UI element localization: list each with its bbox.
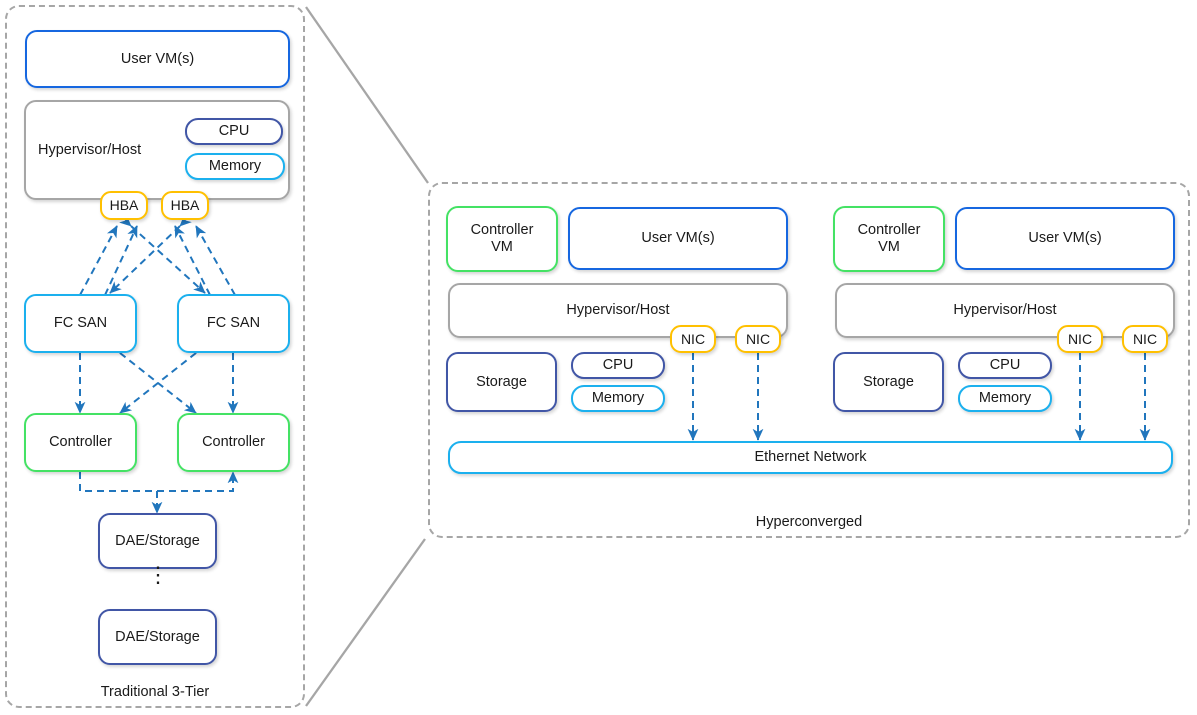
host2-cpu-label: CPU [989,357,1021,374]
host1-memory-label: Memory [591,390,645,407]
left-dae-ellipsis: ⋮ [138,564,178,586]
host1-cpu-label: CPU [602,357,634,374]
host2-memory-label: Memory [978,390,1032,407]
left-cpu-box[interactable]: CPU [185,118,283,145]
host1-cpu-box[interactable]: CPU [571,352,665,379]
left-cpu-label: CPU [218,123,250,140]
host2-memory-box[interactable]: Memory [958,385,1052,412]
left-controller-label-1: Controller [49,434,112,451]
host1-controller-vm-label-line1: Controller [470,222,534,239]
host2-storage-label: Storage [863,373,914,390]
left-user-vm-box[interactable]: User VM(s) [25,30,290,88]
left-hypervisor-label: Hypervisor/Host [38,141,142,158]
diagram-canvas: User VM(s) Hypervisor/Host CPU Memory HB… [0,0,1197,715]
host1-nic-label-2: NIC [745,330,771,347]
left-controller-label-2: Controller [202,434,265,451]
left-dae-ellipsis-glyph: ⋮ [147,562,169,587]
left-controller-box-2[interactable]: Controller [177,413,290,472]
left-memory-label: Memory [208,158,262,175]
hyperconverged-title-text: Hyperconverged [755,514,863,530]
host2-nic-label-1: NIC [1067,330,1093,347]
host1-controller-vm-box[interactable]: Controller VM [446,206,558,272]
host2-hypervisor-label: Hypervisor/Host [953,302,1057,319]
left-fc-san-box-2[interactable]: FC SAN [177,294,290,353]
host1-controller-vm-label-line2: VM [491,239,513,255]
left-user-vm-label: User VM(s) [120,50,195,67]
left-dae-storage-label-2: DAE/Storage [115,628,200,645]
zoom-connector-lines [305,6,429,707]
left-dae-storage-box-1[interactable]: DAE/Storage [98,513,217,569]
left-fc-san-label-2: FC SAN [206,315,261,332]
left-dae-storage-label-1: DAE/Storage [115,532,200,549]
host2-cpu-box[interactable]: CPU [958,352,1052,379]
host1-hypervisor-label: Hypervisor/Host [566,302,670,319]
left-fc-san-label-1: FC SAN [53,315,108,332]
host1-memory-box[interactable]: Memory [571,385,665,412]
ethernet-network-label: Ethernet Network [754,449,867,466]
host1-user-vm-label: User VM(s) [641,230,715,247]
host2-user-vm-label: User VM(s) [1028,230,1102,247]
left-hba-label-1: HBA [109,197,139,214]
host1-storage-label: Storage [476,373,527,390]
host2-user-vm-box[interactable]: User VM(s) [955,207,1175,270]
left-dae-storage-box-2[interactable]: DAE/Storage [98,609,217,665]
host1-storage-box[interactable]: Storage [446,352,557,412]
host2-nic-label-2: NIC [1132,330,1158,347]
host1-nic-label-1: NIC [680,330,706,347]
left-hba-box-2[interactable]: HBA [161,191,209,220]
host2-controller-vm-box[interactable]: Controller VM [833,206,945,272]
host1-user-vm-box[interactable]: User VM(s) [568,207,788,270]
left-hypervisor-box[interactable]: Hypervisor/Host [24,100,290,200]
host2-nic-box-1[interactable]: NIC [1057,325,1103,353]
host2-controller-vm-label-line2: VM [878,239,900,255]
ethernet-network-bar[interactable]: Ethernet Network [448,441,1173,474]
hyperconverged-title: Hyperconverged [428,514,1190,530]
host2-nic-box-2[interactable]: NIC [1122,325,1168,353]
host2-controller-vm-label-line1: Controller [857,222,921,239]
left-memory-box[interactable]: Memory [185,153,285,180]
left-fc-san-box-1[interactable]: FC SAN [24,294,137,353]
left-hba-box-1[interactable]: HBA [100,191,148,220]
left-controller-box-1[interactable]: Controller [24,413,137,472]
host1-nic-box-1[interactable]: NIC [670,325,716,353]
traditional-3tier-title: Traditional 3-Tier [5,684,305,700]
traditional-3tier-title-text: Traditional 3-Tier [100,684,210,700]
host1-nic-box-2[interactable]: NIC [735,325,781,353]
host2-storage-box[interactable]: Storage [833,352,944,412]
left-hba-label-2: HBA [170,197,200,214]
